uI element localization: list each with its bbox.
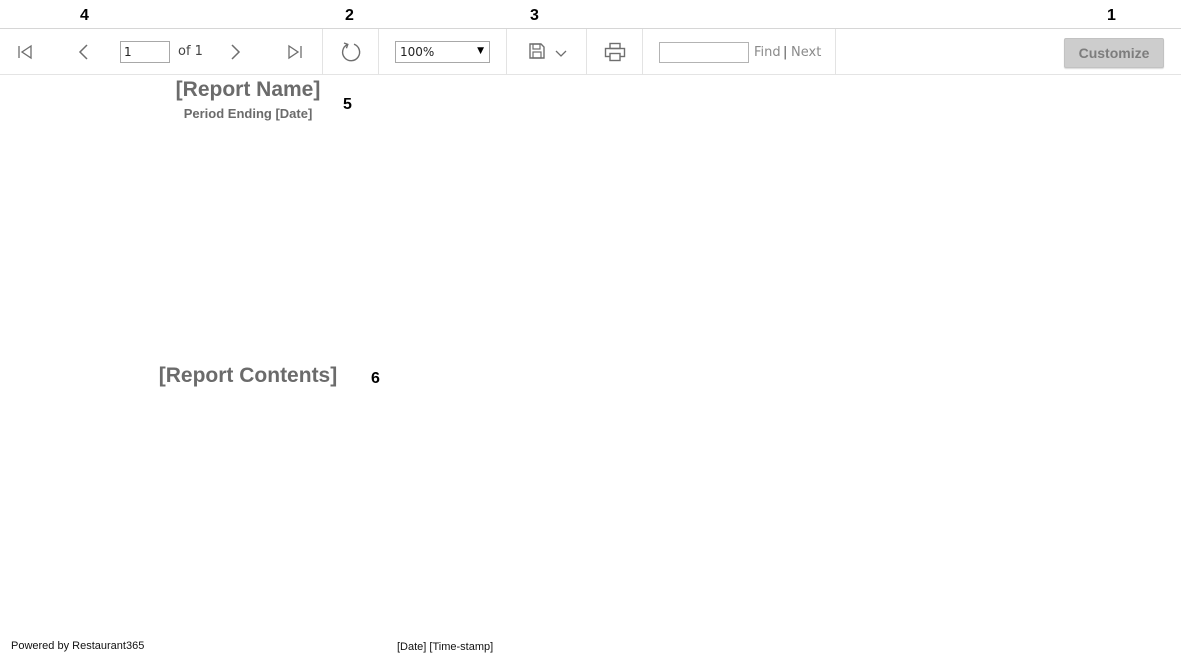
dropdown-arrow-icon: ▼ (477, 46, 484, 56)
toolbar-divider (835, 29, 836, 75)
find-link[interactable]: Find (754, 45, 781, 61)
callout-3: 3 (530, 7, 539, 24)
page-number-input[interactable] (120, 41, 170, 63)
toolbar-divider (506, 29, 507, 75)
toolbar-divider (322, 29, 323, 75)
toolbar-divider (642, 29, 643, 75)
report-viewer-toolbar: of 1 100% ▼ (0, 28, 1181, 75)
toolbar-divider (586, 29, 587, 75)
first-page-icon[interactable] (12, 41, 38, 63)
last-page-icon[interactable] (282, 41, 308, 63)
powered-by-footer: Powered by Restaurant365 (11, 640, 145, 652)
save-icon[interactable] (527, 41, 547, 61)
callout-4: 4 (80, 7, 89, 24)
previous-page-icon[interactable] (72, 41, 96, 63)
find-input[interactable] (659, 42, 749, 63)
report-period-subtitle: Period Ending [Date] (183, 106, 313, 121)
callout-2: 2 (345, 7, 354, 24)
zoom-select[interactable]: 100% ▼ (395, 41, 490, 63)
chevron-down-icon[interactable] (554, 47, 568, 61)
timestamp-footer: [Date] [Time-stamp] (397, 641, 494, 653)
toolbar-divider (378, 29, 379, 75)
zoom-value: 100% (400, 45, 435, 59)
find-next-link[interactable]: Next (791, 45, 821, 61)
next-page-icon[interactable] (223, 41, 247, 63)
report-name-title: [Report Name] (175, 78, 321, 101)
print-icon[interactable] (603, 40, 627, 64)
report-contents-placeholder: [Report Contents] (158, 364, 338, 387)
find-separator: | (783, 45, 788, 60)
refresh-icon[interactable] (338, 40, 364, 64)
callout-1: 1 (1107, 7, 1116, 24)
customize-button[interactable]: Customize (1064, 38, 1164, 68)
page-count-label: of 1 (178, 44, 203, 59)
